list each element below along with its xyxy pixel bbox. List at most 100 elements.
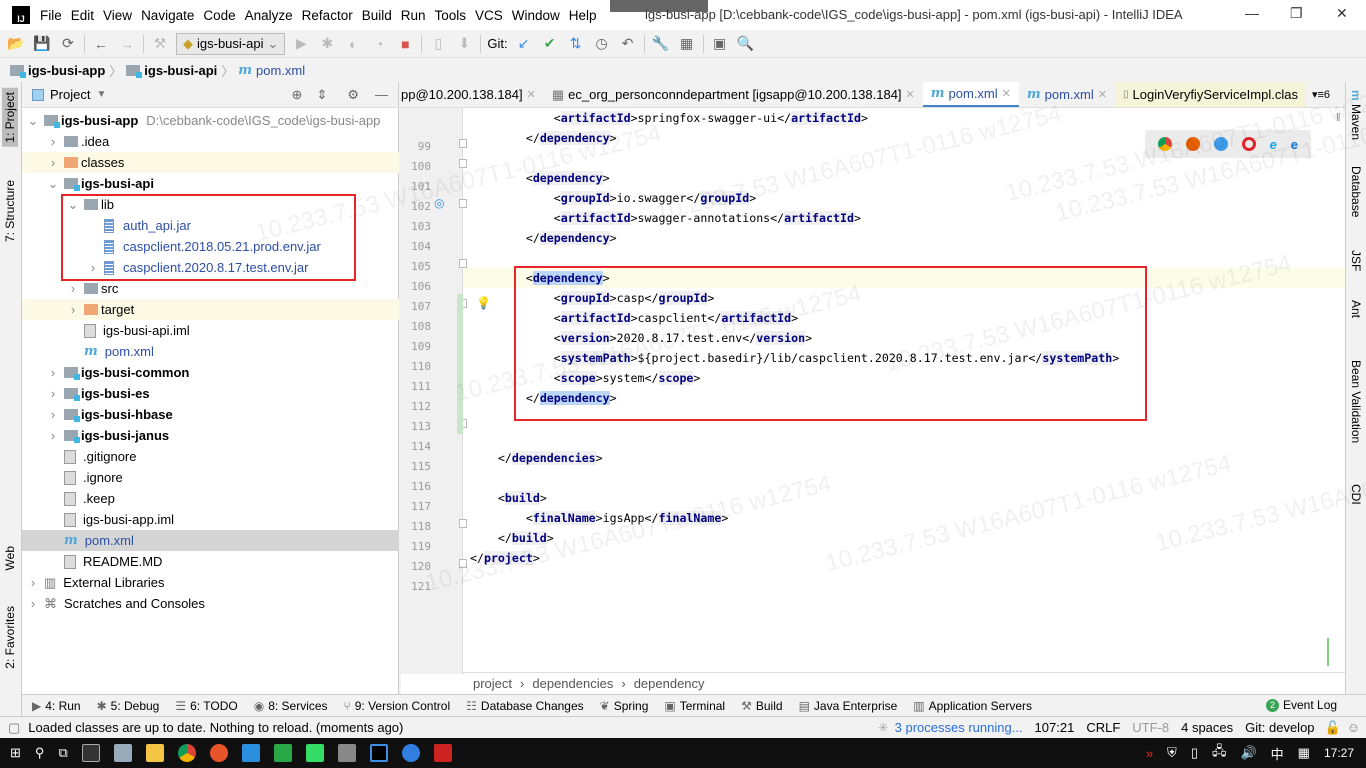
tab-overflow-button[interactable]: ▾≡6 [1312, 88, 1330, 101]
tree-item[interactable]: › igs-busi-es [22, 383, 399, 404]
tool-window-javaee[interactable]: ▤ Java Enterprise [799, 699, 898, 713]
code-line[interactable]: </build></build> [470, 528, 554, 548]
device-icon[interactable]: ▯ [428, 35, 448, 52]
caret-position[interactable]: 107:21 [1035, 720, 1075, 735]
tree-item[interactable]: m pom.xml [22, 341, 399, 362]
fold-end-icon[interactable] [459, 159, 467, 168]
close-tab-icon[interactable]: ✕ [1002, 87, 1011, 100]
opera-icon[interactable] [1241, 137, 1256, 151]
tool-window-spring[interactable]: ❦ Spring [600, 699, 649, 713]
fold-end-icon[interactable] [459, 559, 467, 568]
back-icon[interactable]: ← [91, 36, 111, 52]
tool-window-terminal[interactable]: ▣ Terminal [664, 699, 725, 713]
chrome-icon[interactable] [177, 744, 196, 762]
expand-open-icon[interactable]: ⌄ [46, 176, 60, 192]
expand-closed-icon[interactable]: › [46, 386, 60, 401]
menu-view[interactable]: View [103, 8, 132, 23]
ie-icon[interactable]: e [1270, 137, 1277, 152]
expand-closed-icon[interactable]: › [26, 575, 40, 590]
crumb-igs-busi-api[interactable]: igs-busi-api [126, 63, 217, 78]
tree-item[interactable]: › target [22, 299, 399, 320]
profile-icon[interactable]: ◔ [369, 36, 389, 52]
file-encoding[interactable]: UTF-8 [1132, 720, 1169, 735]
chrome-icon[interactable] [1157, 137, 1172, 151]
tool-window-run[interactable]: ▶ 4: Run [32, 699, 81, 713]
cmd-icon[interactable] [81, 744, 100, 762]
menu-help[interactable]: Help [569, 8, 597, 23]
close-tab-icon[interactable]: ✕ [906, 88, 915, 101]
breadcrumb-dependency[interactable]: dependency [634, 676, 705, 691]
tool-window-database[interactable]: ☷ Database Changes [466, 699, 584, 713]
tab-database[interactable]: Database [1349, 166, 1363, 217]
fold-start-icon[interactable] [459, 199, 467, 208]
menu-tools[interactable]: Tools [435, 8, 467, 23]
git-history-icon[interactable]: ◷ [592, 35, 612, 52]
crumb-igs-busi-app[interactable]: igs-busi-app [10, 63, 105, 78]
wps-writer-icon[interactable] [241, 744, 260, 762]
expand-closed-icon[interactable]: › [46, 407, 60, 422]
tree-item[interactable]: › ⌘ Scratches and Consoles [22, 593, 399, 614]
tree-item[interactable]: igs-busi-app.iml [22, 509, 399, 530]
stop-icon[interactable]: ■ [395, 36, 415, 52]
tree-item[interactable]: .keep [22, 488, 399, 509]
code-line[interactable]: </dependency></dependency> [470, 228, 617, 248]
task-view-icon[interactable]: ⧉ [58, 745, 67, 761]
run-icon[interactable]: ▶ [291, 35, 311, 52]
shield-icon[interactable]: ⛨ [1167, 745, 1177, 761]
status-message[interactable]: Loaded classes are up to date. Nothing t… [28, 720, 403, 735]
tree-item[interactable]: › classes [22, 152, 399, 173]
open-icon[interactable]: 📂 [6, 35, 26, 52]
tree-item[interactable]: ⌄ igs-busi-app D:\cebbank-code\IGS_code\ig… [22, 110, 399, 131]
ime-indicator[interactable]: 中 [1271, 744, 1284, 763]
menu-run[interactable]: Run [401, 8, 426, 23]
menu-window[interactable]: Window [512, 8, 560, 23]
tab-bean-validation[interactable]: Bean Validation [1349, 360, 1363, 443]
tab-structure[interactable]: 7: Structure [2, 176, 18, 246]
close-tab-icon[interactable]: ✕ [527, 88, 536, 101]
expand-closed-icon[interactable]: › [26, 596, 40, 611]
tool-icon[interactable] [305, 744, 324, 762]
tab-maven[interactable]: m Maven [1349, 90, 1363, 140]
usb-icon[interactable]: ▯ [1191, 745, 1198, 761]
gear-icon[interactable]: ⚙ [347, 87, 359, 103]
editor-tab[interactable]: m pom.xml ✕ [922, 82, 1019, 107]
tree-item[interactable]: › .idea [22, 131, 399, 152]
editor-tab[interactable]: pp@10.200.138.184] ✕ [401, 82, 544, 107]
tree-item[interactable]: › igs-busi-janus [22, 425, 399, 446]
menu-navigate[interactable]: Navigate [141, 8, 194, 23]
windows-start-icon[interactable]: ⊞ [10, 745, 21, 761]
expand-closed-icon[interactable]: › [66, 281, 80, 296]
indent-setting[interactable]: 4 spaces [1181, 720, 1233, 735]
tree-item[interactable]: .gitignore [22, 446, 399, 467]
tool-window-vcs[interactable]: ⑂ 9: Version Control [344, 699, 451, 713]
tree-item[interactable]: › ▥ External Libraries [22, 572, 399, 593]
expand-open-icon[interactable]: ⌄ [26, 113, 40, 129]
breadcrumb-project[interactable]: project [473, 676, 512, 691]
safari-icon[interactable] [1213, 137, 1228, 151]
clock[interactable]: 17:27 [1324, 746, 1354, 760]
spring-bean-icon[interactable]: ◎ [434, 196, 444, 210]
build-hammer-icon[interactable]: ⚒ [150, 35, 170, 52]
toggle-panels-icon[interactable]: ▢ [8, 720, 20, 736]
volume-icon[interactable]: 🔊 [1240, 745, 1256, 761]
tab-web[interactable]: Web [2, 542, 18, 574]
wps-sheet-icon[interactable] [273, 744, 292, 762]
tab-jsf[interactable]: JSF [1349, 250, 1363, 271]
expand-closed-icon[interactable]: › [46, 428, 60, 443]
code-line[interactable]: <artifactId>swagger-annotations</artifac… [470, 208, 861, 228]
tool-window-services[interactable]: ◉ 8: Services [254, 699, 328, 713]
menu-code[interactable]: Code [203, 8, 235, 23]
fold-end-icon[interactable] [459, 259, 467, 268]
calculator-icon[interactable] [337, 744, 356, 762]
menu-refactor[interactable]: Refactor [302, 8, 353, 23]
line-separator[interactable]: CRLF [1086, 720, 1120, 735]
expand-closed-icon[interactable]: › [46, 134, 60, 149]
locate-icon[interactable]: ⊕ [292, 87, 303, 103]
tab-project[interactable]: 1: Project [2, 88, 18, 147]
close-button[interactable]: ✕ [1336, 5, 1348, 22]
fold-start-icon[interactable] [459, 519, 467, 528]
inspector-icon[interactable]: ☺ [1347, 720, 1360, 735]
presentation-icon[interactable]: ▣ [710, 35, 730, 52]
code-line[interactable]: <dependency><dependency> [470, 168, 610, 188]
tool-window-build[interactable]: ⚒ Build [741, 699, 782, 713]
